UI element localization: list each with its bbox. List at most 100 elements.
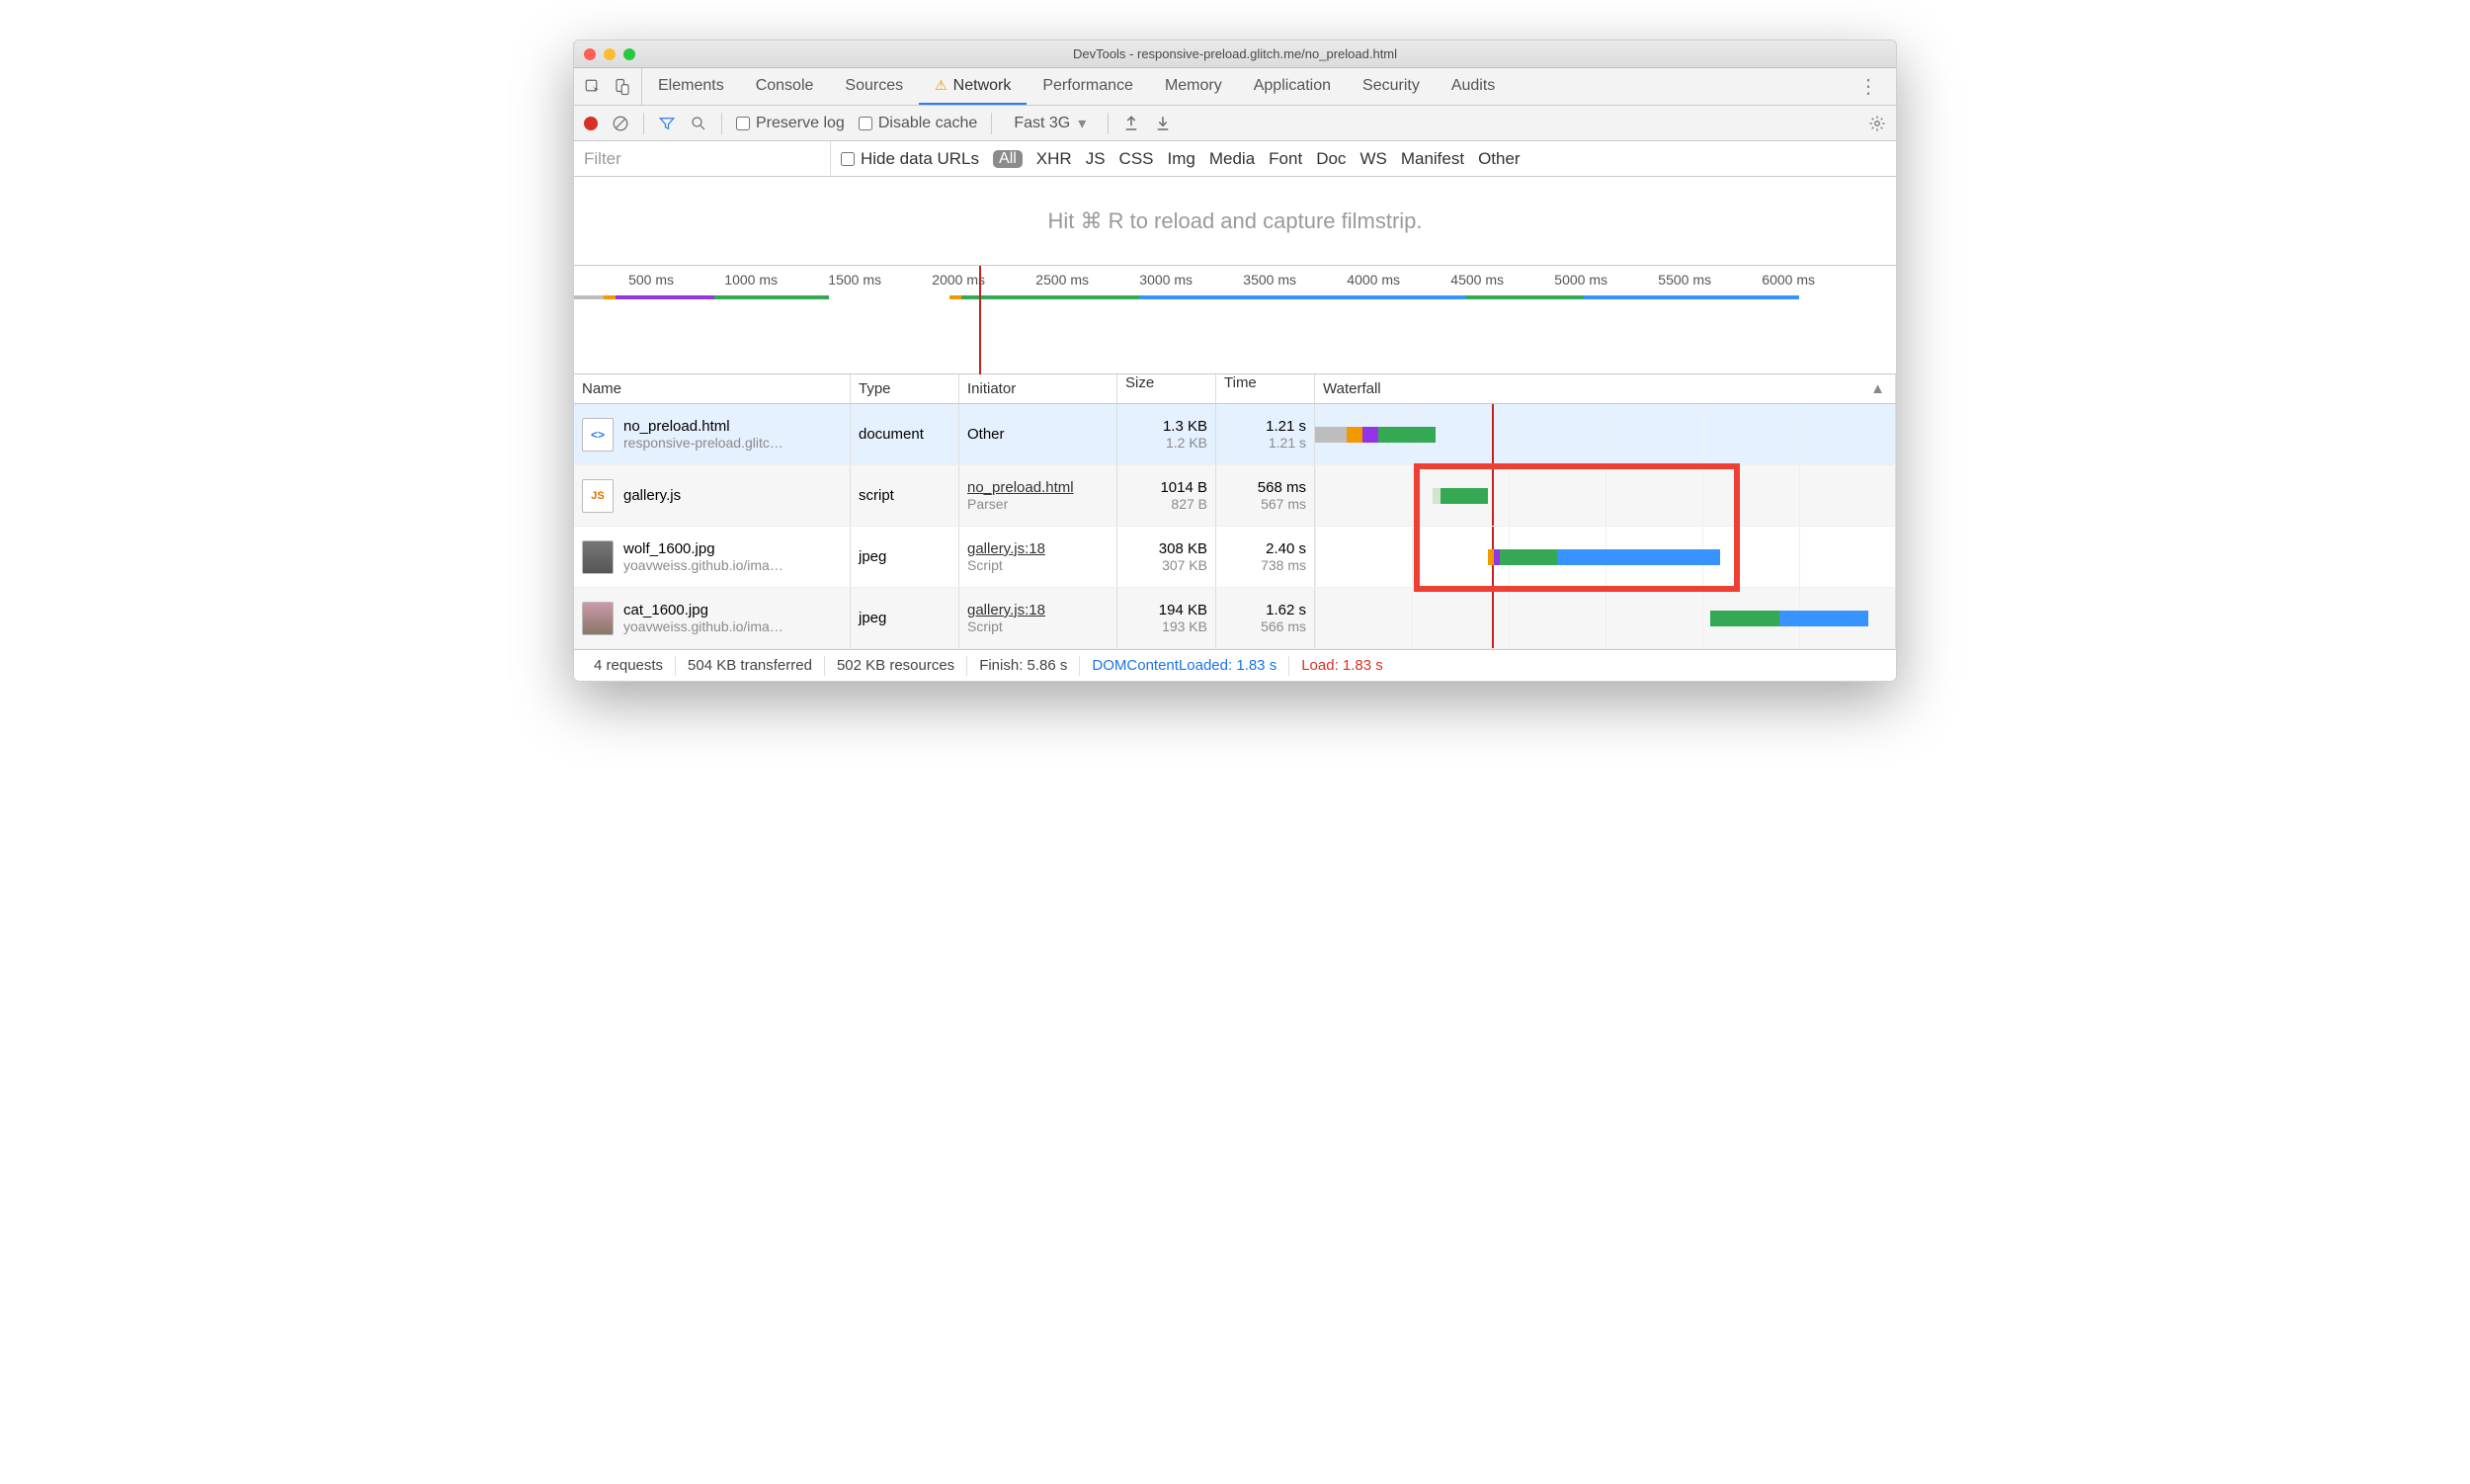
type-filter-img[interactable]: Img	[1168, 149, 1195, 169]
window-title: DevTools - responsive-preload.glitch.me/…	[574, 46, 1896, 61]
tab-performance[interactable]: Performance	[1027, 68, 1149, 105]
type-filter-xhr[interactable]: XHR	[1036, 149, 1072, 169]
panel-tabs: Elements Console Sources ⚠ Network Performanc…	[574, 68, 1896, 106]
filter-icon[interactable]	[658, 115, 676, 132]
sort-icon: ▲	[1870, 380, 1885, 397]
request-table-header[interactable]: Name Type Initiator Size Time Waterfall▲	[574, 374, 1896, 404]
type-filter-font[interactable]: Font	[1269, 149, 1302, 169]
request-waterfall	[1315, 527, 1896, 587]
column-waterfall[interactable]: Waterfall▲	[1315, 374, 1896, 403]
tab-elements[interactable]: Elements	[642, 68, 740, 105]
timeline-tick: 4000 ms	[1300, 266, 1404, 293]
type-filter-manifest[interactable]: Manifest	[1401, 149, 1464, 169]
tab-label: Audits	[1451, 77, 1495, 95]
request-domain: responsive-preload.glitc…	[623, 435, 783, 451]
type-filter-css[interactable]: CSS	[1119, 149, 1154, 169]
disable-cache-checkbox[interactable]: Disable cache	[859, 115, 978, 132]
filmstrip-placeholder: Hit ⌘ R to reload and capture filmstrip.	[574, 177, 1896, 266]
timeline-tick: 2000 ms	[885, 266, 989, 293]
network-toolbar: Preserve log Disable cache Fast 3G ▾	[574, 106, 1896, 141]
timeline-tick: 5500 ms	[1611, 266, 1715, 293]
tab-label: Network	[953, 77, 1012, 95]
type-filter-ws[interactable]: WS	[1359, 149, 1386, 169]
preserve-log-checkbox[interactable]: Preserve log	[736, 115, 845, 132]
type-filter-all[interactable]: All	[993, 150, 1023, 168]
clear-icon[interactable]	[612, 115, 629, 132]
request-name: wolf_1600.jpg	[623, 540, 783, 557]
hide-data-urls-label: Hide data URLs	[861, 149, 979, 169]
chevron-down-icon: ▾	[1078, 114, 1086, 133]
timeline-tick: 2500 ms	[989, 266, 1093, 293]
request-type: jpeg	[851, 527, 959, 587]
inspect-icon[interactable]	[584, 78, 602, 96]
timeline-tick: 3500 ms	[1196, 266, 1300, 293]
tab-sources[interactable]: Sources	[829, 68, 919, 105]
preserve-log-label: Preserve log	[756, 115, 845, 132]
search-icon[interactable]	[690, 115, 707, 132]
request-waterfall	[1315, 404, 1896, 464]
throttle-value: Fast 3G	[1014, 115, 1070, 132]
timeline-tick: 6000 ms	[1715, 266, 1819, 293]
timeline-tick: 3000 ms	[1093, 266, 1196, 293]
request-name: gallery.js	[623, 487, 681, 504]
record-button[interactable]	[584, 117, 598, 130]
device-icon[interactable]	[614, 78, 631, 96]
request-type: jpeg	[851, 588, 959, 648]
overview-timeline[interactable]: 500 ms1000 ms1500 ms2000 ms2500 ms3000 m…	[574, 266, 1896, 374]
column-type[interactable]: Type	[851, 374, 959, 403]
devtools-window: DevTools - responsive-preload.glitch.me/…	[573, 40, 1897, 682]
tab-label: Sources	[845, 77, 903, 95]
kebab-menu-icon[interactable]: ⋮	[1849, 74, 1888, 99]
column-name[interactable]: Name	[574, 374, 851, 403]
timeline-tick: 1000 ms	[678, 266, 782, 293]
request-row[interactable]: <>no_preload.htmlresponsive-preload.glit…	[574, 404, 1896, 465]
footer-load: Load: 1.83 s	[1289, 657, 1395, 674]
request-size: 308 KB307 KB	[1117, 527, 1216, 587]
tab-console[interactable]: Console	[740, 68, 830, 105]
footer-dcl: DOMContentLoaded: 1.83 s	[1080, 657, 1288, 674]
tab-network[interactable]: ⚠ Network	[919, 68, 1027, 105]
tab-label: Console	[756, 77, 814, 95]
request-time: 1.62 s566 ms	[1216, 588, 1315, 648]
filter-input[interactable]: Filter	[574, 141, 831, 176]
type-filter-doc[interactable]: Doc	[1316, 149, 1346, 169]
type-filter-js[interactable]: JS	[1086, 149, 1106, 169]
timeline-tick: 1500 ms	[782, 266, 885, 293]
column-time[interactable]: Time	[1216, 374, 1315, 403]
request-size: 194 KB193 KB	[1117, 588, 1216, 648]
request-time: 1.21 s1.21 s	[1216, 404, 1315, 464]
tab-label: Memory	[1165, 77, 1222, 95]
tab-memory[interactable]: Memory	[1149, 68, 1238, 105]
tab-security[interactable]: Security	[1347, 68, 1436, 105]
tab-label: Elements	[658, 77, 724, 95]
upload-icon[interactable]	[1122, 115, 1140, 132]
status-footer: 4 requests 504 KB transferred 502 KB res…	[574, 649, 1896, 681]
initiator-link[interactable]: no_preload.html	[967, 479, 1109, 496]
hide-data-urls-checkbox[interactable]: Hide data URLs	[841, 149, 979, 169]
request-row[interactable]: cat_1600.jpgyoavweiss.github.io/ima… jpeg…	[574, 588, 1896, 649]
footer-transferred: 504 KB transferred	[676, 657, 824, 674]
initiator-link[interactable]: gallery.js:18	[967, 540, 1109, 557]
throttle-select[interactable]: Fast 3G ▾	[1006, 112, 1094, 135]
request-time: 568 ms567 ms	[1216, 465, 1315, 526]
type-filter-media[interactable]: Media	[1209, 149, 1255, 169]
footer-requests: 4 requests	[582, 657, 675, 674]
initiator-link[interactable]: gallery.js:18	[967, 602, 1109, 618]
request-row[interactable]: wolf_1600.jpgyoavweiss.github.io/ima… jpe…	[574, 527, 1896, 588]
tab-audits[interactable]: Audits	[1436, 68, 1511, 105]
tab-label: Performance	[1042, 77, 1133, 95]
download-icon[interactable]	[1154, 115, 1172, 132]
type-filter-other[interactable]: Other	[1478, 149, 1521, 169]
request-size: 1.3 KB1.2 KB	[1117, 404, 1216, 464]
warning-icon: ⚠	[935, 77, 947, 94]
column-size[interactable]: Size	[1117, 374, 1216, 403]
gear-icon[interactable]	[1868, 115, 1886, 132]
request-table-body: <>no_preload.htmlresponsive-preload.glit…	[574, 404, 1896, 649]
request-row[interactable]: JSgallery.jsscriptno_preload.htmlParser1…	[574, 465, 1896, 527]
column-initiator[interactable]: Initiator	[959, 374, 1117, 403]
tab-application[interactable]: Application	[1238, 68, 1347, 105]
request-name: cat_1600.jpg	[623, 602, 783, 618]
request-domain: yoavweiss.github.io/ima…	[623, 557, 783, 573]
request-domain: yoavweiss.github.io/ima…	[623, 618, 783, 634]
tab-label: Security	[1362, 77, 1420, 95]
